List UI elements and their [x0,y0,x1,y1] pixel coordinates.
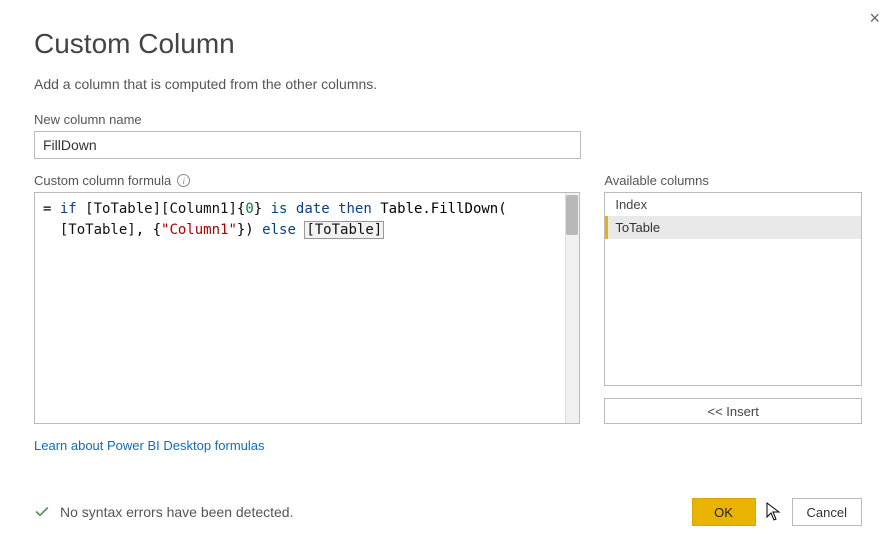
available-column-item[interactable]: ToTable [605,216,861,239]
learn-link[interactable]: Learn about Power BI Desktop formulas [34,438,265,453]
check-icon [34,504,50,520]
formula-editor[interactable]: = if [ToTable][Column1]{0} is date then … [34,192,580,424]
insert-button[interactable]: << Insert [604,398,862,424]
formula-scrollbar[interactable] [565,193,579,423]
dialog-subtitle: Add a column that is computed from the o… [34,76,862,92]
column-name-input[interactable] [34,131,581,159]
close-icon[interactable]: × [869,8,880,29]
cursor-icon [766,502,782,522]
dialog-title: Custom Column [34,28,862,60]
formula-text[interactable]: = if [ToTable][Column1]{0} is date then … [35,193,579,423]
cancel-button[interactable]: Cancel [792,498,862,526]
status-text: No syntax errors have been detected. [60,504,293,520]
formula-label: Custom column formula [34,173,171,188]
ok-button[interactable]: OK [692,498,756,526]
info-icon[interactable]: i [177,174,190,187]
available-columns-label: Available columns [604,173,862,188]
formula-scrollbar-thumb[interactable] [566,195,578,235]
column-name-label: New column name [34,112,862,127]
available-column-item[interactable]: Index [605,193,861,216]
available-columns-list[interactable]: Index ToTable [604,192,862,386]
